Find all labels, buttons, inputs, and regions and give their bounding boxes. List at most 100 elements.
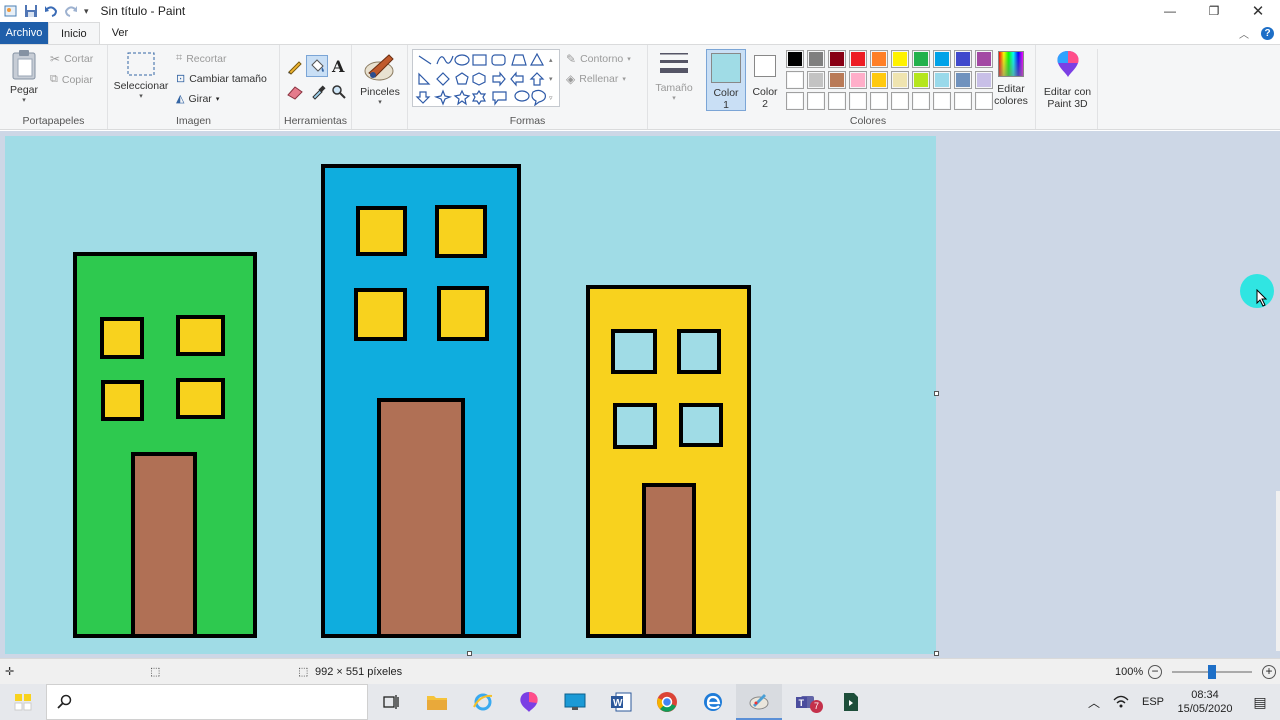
show-hidden-icons-icon[interactable]: ︿ — [1082, 694, 1106, 711]
fill-bucket-tool[interactable] — [306, 55, 328, 77]
palette-swatch[interactable] — [933, 50, 951, 68]
paint-app-icon[interactable] — [4, 4, 18, 18]
color-picker-icon[interactable] — [310, 84, 326, 100]
taskbar-paint3d[interactable] — [506, 684, 552, 720]
drawing-canvas[interactable] — [5, 136, 936, 654]
resize-handle-bottom[interactable] — [467, 651, 472, 656]
clock[interactable]: 08:34 15/05/2020 — [1170, 688, 1240, 716]
crop-label: Recortar — [186, 52, 227, 65]
zoom-slider-thumb[interactable] — [1208, 665, 1216, 679]
palette-swatch[interactable] — [786, 71, 804, 89]
help-icon[interactable]: ? — [1261, 27, 1274, 40]
palette-swatch[interactable] — [891, 92, 909, 110]
tab-view[interactable]: Ver — [100, 22, 141, 44]
taskbar-connect[interactable] — [552, 684, 598, 720]
wifi-icon[interactable] — [1112, 694, 1130, 710]
taskbar-paint[interactable] — [736, 684, 782, 720]
palette-swatch[interactable] — [828, 71, 846, 89]
palette-swatch[interactable] — [849, 92, 867, 110]
outline-button[interactable]: ✎ Contorno ▾ — [566, 52, 631, 66]
taskbar-ie[interactable] — [460, 684, 506, 720]
customize-quick-access-icon[interactable]: ▾ — [84, 6, 89, 17]
resize-handle-corner[interactable] — [934, 651, 939, 656]
palette-swatch[interactable] — [912, 71, 930, 89]
text-tool-icon[interactable]: A — [332, 57, 344, 76]
zoom-out-button[interactable]: − — [1148, 664, 1162, 679]
image-group: Seleccionar ▾ ⌗ Recortar ⊡ Cambiar tamañ… — [108, 45, 280, 129]
zoom-in-button[interactable]: + — [1262, 664, 1276, 679]
palette-swatch[interactable] — [849, 71, 867, 89]
palette-swatch[interactable] — [870, 50, 888, 68]
start-button[interactable] — [0, 684, 46, 720]
rainbow-icon — [998, 51, 1024, 77]
tab-home[interactable]: Inicio — [48, 22, 100, 44]
color2-button[interactable]: Color 2 — [748, 49, 782, 111]
taskbar-teams[interactable]: T 7 — [782, 684, 828, 720]
palette-swatch[interactable] — [870, 71, 888, 89]
redo-icon[interactable] — [64, 4, 78, 18]
palette-swatch[interactable] — [891, 50, 909, 68]
search-box[interactable] — [46, 684, 368, 720]
restore-button[interactable]: ❐ — [1192, 0, 1236, 22]
palette-swatch[interactable] — [807, 50, 825, 68]
size-button[interactable]: Tamaño ▾ — [650, 49, 698, 102]
magnifier-icon[interactable] — [331, 84, 347, 100]
palette-swatch[interactable] — [849, 50, 867, 68]
shapes-gallery[interactable] — [412, 49, 560, 107]
colors-group-label: Colores — [849, 115, 887, 127]
palette-swatch[interactable] — [891, 71, 909, 89]
close-button[interactable]: ✕ — [1236, 0, 1280, 22]
palette-swatch[interactable] — [786, 50, 804, 68]
drawing — [73, 164, 751, 638]
collapse-ribbon-icon[interactable]: ︿ — [1239, 26, 1249, 41]
palette-swatch[interactable] — [807, 92, 825, 110]
eraser-icon[interactable] — [286, 84, 304, 100]
copy-icon: ⧉ — [50, 73, 58, 85]
palette-swatch[interactable] — [954, 92, 972, 110]
select-button[interactable]: Seleccionar ▾ — [112, 51, 170, 100]
file-menu[interactable]: Archivo — [0, 22, 48, 44]
palette-swatch[interactable] — [807, 71, 825, 89]
palette-swatch[interactable] — [954, 50, 972, 68]
paste-button[interactable]: Pegar ▾ — [6, 49, 42, 104]
edit-paint3d-button[interactable]: Editar con Paint 3D — [1038, 49, 1098, 129]
color2-label: Color — [752, 86, 778, 98]
crop-button[interactable]: ⌗ Recortar — [176, 52, 226, 65]
copy-button[interactable]: ⧉ Copiar — [50, 73, 93, 86]
cut-button[interactable]: ✂ Cortar — [50, 52, 93, 66]
taskbar-app[interactable] — [828, 684, 874, 720]
rotate-button[interactable]: ◭ Girar ▾ — [176, 92, 219, 106]
palette-swatch[interactable] — [954, 71, 972, 89]
notifications-icon[interactable]: ▤ — [1240, 694, 1280, 711]
taskbar-edge[interactable] — [690, 684, 736, 720]
save-icon[interactable] — [24, 4, 38, 18]
undo-icon[interactable] — [44, 4, 58, 18]
palette-swatch[interactable] — [786, 92, 804, 110]
folder-icon — [427, 696, 447, 710]
edit-colors-button[interactable]: Editar colores — [990, 49, 1032, 107]
taskbar-file-explorer[interactable] — [414, 684, 460, 720]
shapes-scroll[interactable]: ▴ ▾ ▿ — [549, 51, 553, 108]
language-indicator[interactable]: ESP — [1136, 696, 1170, 708]
resize-button[interactable]: ⊡ Cambiar tamaño — [176, 72, 267, 86]
fill-button[interactable]: ◈ Rellenar ▾ — [566, 72, 626, 86]
palette-swatch[interactable] — [870, 92, 888, 110]
color1-button[interactable]: Color 1 — [706, 49, 746, 111]
palette-swatch[interactable] — [933, 92, 951, 110]
minimize-button[interactable]: — — [1148, 0, 1192, 22]
palette-swatch[interactable] — [912, 50, 930, 68]
palette-swatch[interactable] — [912, 92, 930, 110]
paint-taskbar-icon — [749, 694, 769, 710]
task-view-button[interactable] — [368, 684, 414, 720]
vertical-scrollbar[interactable] — [1276, 491, 1280, 651]
palette-swatch[interactable] — [828, 92, 846, 110]
color2-num: 2 — [762, 98, 768, 110]
ribbon: Pegar ▾ ✂ Cortar ⧉ Copiar Portapapeles S… — [0, 44, 1280, 130]
resize-handle-right[interactable] — [934, 391, 939, 396]
brushes-button[interactable]: Pinceles ▾ — [358, 49, 402, 106]
taskbar-word[interactable]: W — [598, 684, 644, 720]
pencil-icon[interactable] — [286, 57, 304, 75]
palette-swatch[interactable] — [828, 50, 846, 68]
taskbar-chrome[interactable] — [644, 684, 690, 720]
palette-swatch[interactable] — [933, 71, 951, 89]
